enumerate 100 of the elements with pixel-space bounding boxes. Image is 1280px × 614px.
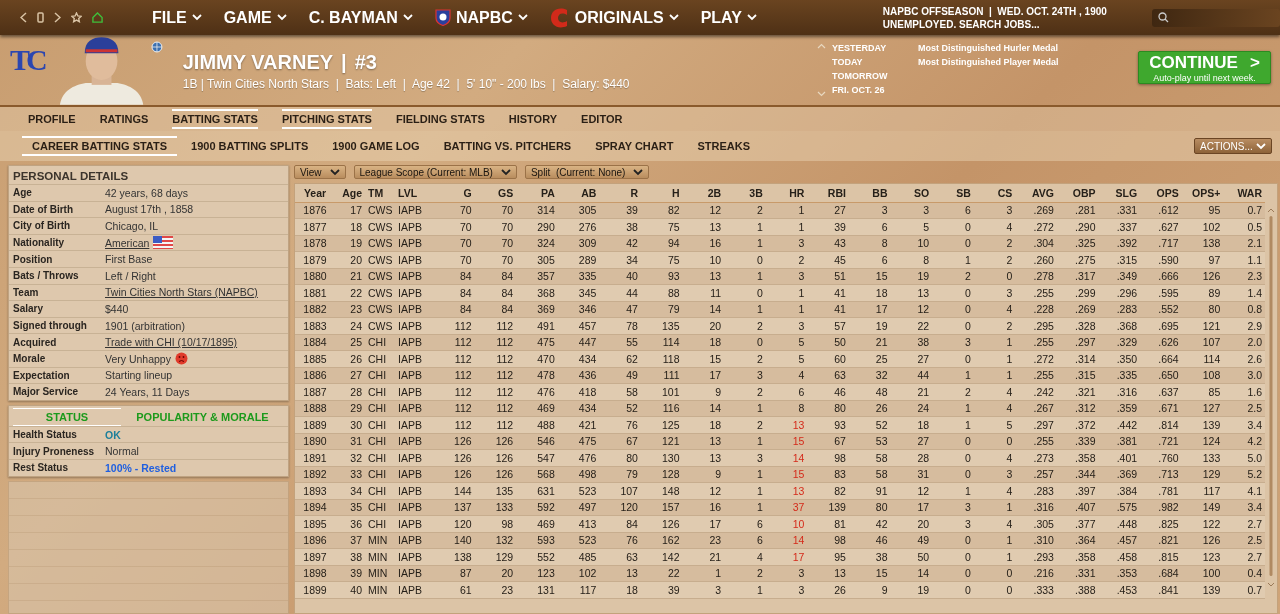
- column-header[interactable]: PA: [516, 184, 558, 202]
- table-cell: IAPB: [395, 581, 433, 598]
- table-cell: 138: [433, 548, 475, 565]
- table-cell: 4: [973, 301, 1016, 318]
- table-cell: 17: [890, 499, 933, 516]
- table-cell: .358: [1056, 449, 1099, 466]
- column-header[interactable]: OBP: [1056, 184, 1099, 202]
- menu-button[interactable]: NAPBC: [434, 8, 528, 27]
- table-cell: .255: [1015, 433, 1057, 450]
- actions-button[interactable]: ACTIONS...: [1194, 138, 1272, 154]
- table-cell: 112: [474, 367, 517, 384]
- table-cell: 49: [890, 532, 933, 549]
- detail-link[interactable]: American: [105, 236, 150, 249]
- table-cell: .458: [1098, 548, 1141, 565]
- detail-value: 42 years, 68 days: [105, 186, 188, 199]
- table-cell: 0: [932, 565, 974, 582]
- column-header[interactable]: 2B: [682, 184, 725, 202]
- column-header[interactable]: WAR: [1223, 184, 1265, 202]
- table-cell: 1897: [295, 548, 335, 565]
- column-header[interactable]: OPS: [1140, 184, 1182, 202]
- table-cell: 1: [932, 416, 974, 433]
- sub-tab[interactable]: 1900 BATTING SPLITS: [181, 136, 319, 156]
- column-header[interactable]: LVL: [395, 184, 433, 202]
- sub-tab[interactable]: STREAKS: [687, 136, 760, 156]
- tab[interactable]: RATINGS: [99, 109, 149, 129]
- column-header[interactable]: CS: [973, 184, 1016, 202]
- table-cell: 139: [1181, 581, 1224, 598]
- column-header[interactable]: OPS+: [1181, 184, 1224, 202]
- sub-tab[interactable]: CAREER BATTING STATS: [22, 136, 178, 156]
- column-header[interactable]: GS: [474, 184, 517, 202]
- table-cell: 81: [807, 515, 849, 532]
- table-cell: .269: [1056, 301, 1099, 318]
- table-cell: 58: [599, 383, 641, 400]
- tab[interactable]: BATTING STATS: [172, 109, 258, 129]
- table-cell: 39: [335, 565, 365, 582]
- sub-tab[interactable]: SPRAY CHART: [585, 136, 684, 156]
- tab[interactable]: FIELDING STATS: [395, 109, 485, 129]
- table-cell: 15: [765, 433, 808, 450]
- table-cell: 476: [516, 383, 558, 400]
- column-header[interactable]: H: [640, 184, 683, 202]
- back-icon[interactable]: [20, 12, 27, 23]
- table-cell: 5: [765, 334, 808, 351]
- chevron-down-icon: [402, 14, 413, 21]
- table-cell: 26: [335, 350, 365, 367]
- menu-button[interactable]: PLAY: [700, 8, 757, 27]
- detail-link[interactable]: Twin Cities North Stars (NAPBC): [105, 286, 258, 299]
- table-cell: 148: [640, 482, 683, 499]
- column-header[interactable]: SO: [890, 184, 933, 202]
- column-header[interactable]: Age: [335, 184, 365, 202]
- table-cell: .275: [1056, 251, 1099, 268]
- column-header[interactable]: AVG: [1015, 184, 1057, 202]
- table-cell: 1887: [295, 383, 335, 400]
- column-header[interactable]: RBI: [807, 184, 849, 202]
- tab[interactable]: HISTORY: [508, 109, 558, 129]
- column-header[interactable]: Year: [295, 184, 335, 202]
- star-icon[interactable]: [71, 12, 82, 23]
- search-field[interactable]: [1152, 8, 1280, 27]
- column-header[interactable]: TM: [365, 184, 395, 202]
- filter-dropdown[interactable]: View: [294, 165, 346, 179]
- table-cell: .315: [1098, 251, 1141, 268]
- sub-tab[interactable]: BATTING VS. PITCHERS: [433, 136, 582, 156]
- table-cell: 1: [724, 218, 766, 235]
- table-cell: 61: [433, 581, 475, 598]
- tab[interactable]: EDITOR: [581, 109, 623, 129]
- column-header[interactable]: AB: [557, 184, 600, 202]
- table-cell: 46: [807, 383, 849, 400]
- table-cell: .316: [1015, 499, 1057, 516]
- tab[interactable]: PITCHING STATS: [281, 109, 372, 129]
- column-header[interactable]: SB: [932, 184, 974, 202]
- job-status[interactable]: UNEMPLOYED. SEARCH JOBS...: [882, 18, 1107, 30]
- table-cell: IAPB: [395, 400, 433, 417]
- forward-icon[interactable]: [54, 12, 61, 23]
- table-cell: .339: [1056, 433, 1099, 450]
- table-cell: 305: [516, 251, 558, 268]
- page-icon[interactable]: [37, 12, 44, 23]
- column-header[interactable]: BB: [848, 184, 891, 202]
- table-cell: 2: [724, 565, 766, 582]
- table-cell: 0: [932, 449, 974, 466]
- table-cell: 102: [1181, 218, 1224, 235]
- menu-button[interactable]: FILE: [152, 8, 202, 27]
- table-cell: 1882: [295, 301, 335, 318]
- tab[interactable]: PROFILE: [28, 109, 76, 129]
- table-cell: 126: [640, 515, 683, 532]
- menu-button[interactable]: GAME: [223, 8, 287, 27]
- table-cell: 1: [724, 482, 766, 499]
- menu-button[interactable]: ORIGINALS: [549, 6, 679, 29]
- menu-button[interactable]: C. BAYMAN: [308, 8, 413, 27]
- filter-dropdown[interactable]: League Scope (Current: MLB): [353, 165, 517, 179]
- detail-link[interactable]: Trade with CHI (10/17/1895): [105, 336, 238, 349]
- column-header[interactable]: HR: [765, 184, 808, 202]
- column-header[interactable]: 3B: [724, 184, 766, 202]
- table-cell: 84: [474, 284, 517, 301]
- column-header[interactable]: G: [433, 184, 475, 202]
- sub-tab[interactable]: 1900 GAME LOG: [322, 136, 430, 156]
- table-cell: 67: [807, 433, 849, 450]
- table-cell: 19: [848, 317, 891, 334]
- filter-dropdown[interactable]: Split (Current: None): [524, 165, 650, 179]
- column-header[interactable]: R: [599, 184, 641, 202]
- home-icon[interactable]: [92, 12, 103, 23]
- column-header[interactable]: SLG: [1098, 184, 1141, 202]
